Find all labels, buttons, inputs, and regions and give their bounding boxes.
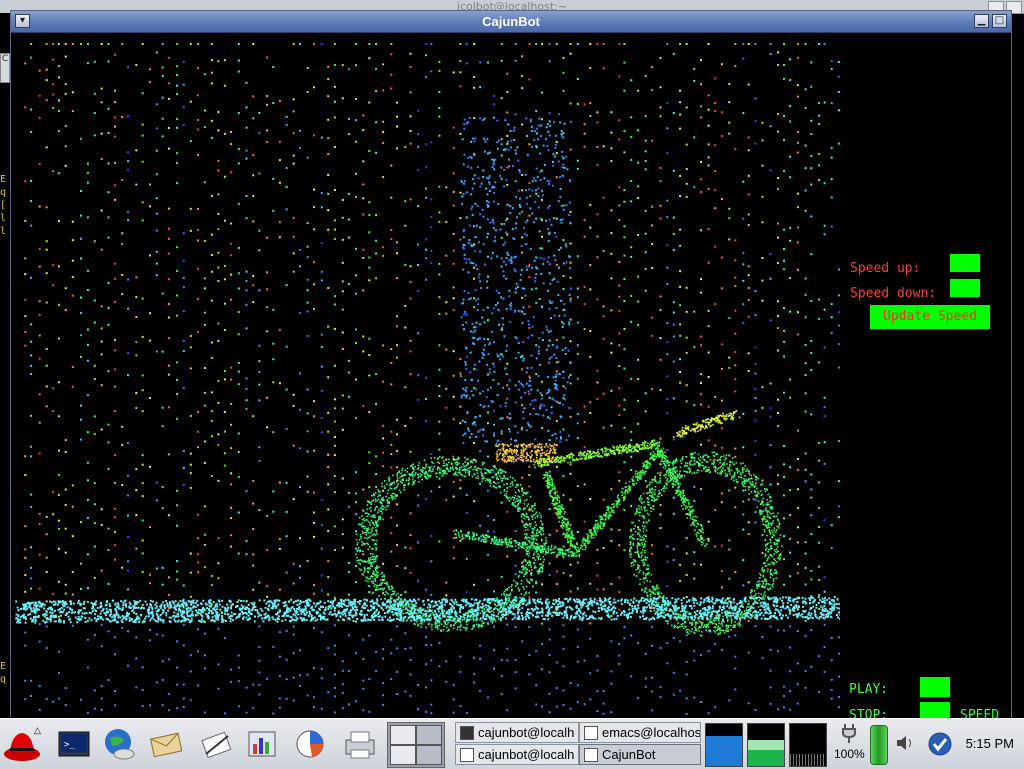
redhat-icon[interactable]: △: [2, 724, 42, 764]
power-plug-icon: [839, 722, 859, 744]
speed-up-input[interactable]: [950, 254, 980, 272]
battery-status[interactable]: 100%: [834, 722, 864, 766]
task-button[interactable]: emacs@localhos: [579, 722, 701, 743]
battery-percent: 100%: [834, 747, 864, 761]
battery-icon: [870, 725, 888, 765]
window-titlebar[interactable]: ▾ CajunBot ▁ □: [11, 11, 1011, 33]
task-button[interactable]: cajunbot@localh: [455, 722, 579, 743]
workspace-2[interactable]: [416, 725, 442, 745]
task-button-active[interactable]: CajunBot: [579, 744, 701, 765]
terminal-char: q: [0, 673, 10, 686]
maximize-button[interactable]: □: [992, 14, 1007, 28]
terminal-char: l: [0, 212, 10, 225]
background-tab[interactable]: C: [0, 53, 10, 83]
calc-icon[interactable]: [290, 724, 330, 764]
window-title: CajunBot: [11, 11, 1011, 32]
writer-icon[interactable]: [196, 724, 236, 764]
point-cloud-canvas[interactable]: [15, 33, 840, 719]
terminal-char: E: [0, 660, 10, 673]
speed-up-label: Speed up:: [850, 261, 920, 276]
speed-down-label: Speed down:: [850, 286, 936, 301]
terminal-char: [: [0, 199, 10, 212]
maximize-icon: □: [995, 15, 1004, 26]
cpu-monitor[interactable]: [705, 723, 743, 767]
window-icon: [460, 748, 474, 762]
play-button[interactable]: [920, 677, 950, 697]
terminal-icon[interactable]: >_: [55, 724, 95, 764]
task-label: CajunBot: [602, 747, 655, 762]
taskbar: △ >_ cajunbot@localh emacs@localhos caju…: [0, 718, 1024, 769]
workspace-pager: [387, 722, 445, 768]
terminal-char: q: [0, 186, 10, 199]
update-check-icon[interactable]: [928, 732, 952, 759]
task-label: cajunbot@localh: [478, 725, 574, 740]
window-icon: [584, 726, 598, 740]
network-monitor[interactable]: [789, 723, 827, 767]
speed-down-input[interactable]: [950, 279, 980, 297]
memory-monitor[interactable]: [747, 723, 785, 767]
mail-icon[interactable]: [146, 724, 186, 764]
workspace-4[interactable]: [416, 745, 442, 765]
print-icon[interactable]: [340, 724, 380, 764]
update-speed-button[interactable]: Update Speed: [870, 305, 990, 329]
control-panel: Speed up: Speed down: Update Speed PLAY:…: [846, 33, 1011, 719]
clock[interactable]: 5:15 PM: [966, 719, 1014, 769]
task-label: emacs@localhos: [602, 725, 701, 740]
volume-icon[interactable]: [895, 733, 915, 756]
workspace-3[interactable]: [390, 745, 416, 765]
cajunbot-window: ▾ CajunBot ▁ □ Speed up: Speed down: Upd…: [10, 10, 1012, 720]
impress-icon[interactable]: [243, 724, 283, 764]
background-terminal-strip: C E q [ l l E q: [0, 13, 10, 718]
workspace-1[interactable]: [390, 725, 416, 745]
point-cloud-viewport[interactable]: [15, 33, 840, 719]
minimize-button[interactable]: ▁: [974, 14, 989, 28]
task-label: cajunbot@localh: [478, 747, 574, 762]
task-button[interactable]: cajunbot@localh: [455, 744, 579, 765]
terminal-icon: [460, 726, 474, 740]
window-icon: [584, 748, 598, 762]
terminal-char: l: [0, 225, 10, 238]
play-label: PLAY:: [849, 682, 888, 697]
browser-icon[interactable]: [100, 724, 140, 764]
minimize-icon: ▁: [978, 15, 986, 26]
terminal-char: E: [0, 173, 10, 186]
